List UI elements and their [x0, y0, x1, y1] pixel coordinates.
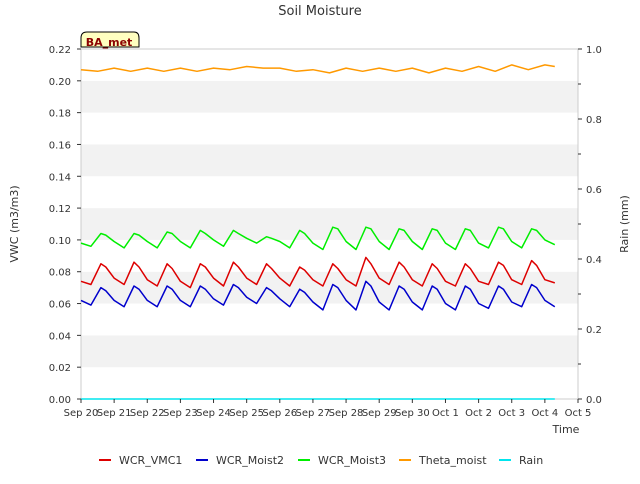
grid-band	[81, 49, 578, 81]
x-axis-label: Time	[552, 423, 580, 436]
legend-label: WCR_Moist3	[318, 454, 386, 467]
y2-axis-ticks: 0.0 0.2 0.4 0.6 0.8 1.0	[578, 45, 602, 406]
x-tick-label: Oct 5	[565, 408, 592, 419]
grid-bands	[81, 49, 578, 399]
y2-tick-label: 0.4	[586, 255, 602, 266]
x-tick-label: Sep 27	[296, 408, 331, 419]
x-tick-label: Sep 23	[163, 408, 198, 419]
x-tick-label: Oct 2	[465, 408, 492, 419]
x-tick-label: Sep 20	[64, 408, 99, 419]
y-tick-label: 0.00	[49, 395, 71, 406]
y-tick-label: 0.04	[49, 331, 71, 342]
station-badge: BA_met	[80, 31, 140, 49]
grid-band	[81, 80, 578, 113]
legend-label: Theta_moist	[418, 454, 487, 467]
y-tick-label: 0.22	[49, 45, 71, 56]
x-tick-label: Sep 29	[362, 408, 397, 419]
grid-band	[81, 144, 578, 177]
legend-label: Rain	[519, 454, 543, 467]
x-tick-label: Sep 25	[229, 408, 264, 419]
grid-band	[81, 303, 578, 336]
legend-label: WCR_VMC1	[119, 454, 182, 467]
y-tick-label: 0.10	[49, 236, 71, 247]
y-tick-label: 0.12	[49, 204, 71, 215]
x-tick-label: Sep 24	[196, 408, 231, 419]
y2-tick-label: 0.2	[586, 325, 602, 336]
y-axis-label: VWC (m3/m3)	[8, 185, 21, 262]
chart-title: Soil Moisture	[278, 4, 362, 19]
y-tick-label: 0.06	[49, 300, 71, 311]
y-tick-label: 0.02	[49, 363, 71, 374]
y-tick-label: 0.16	[49, 140, 71, 151]
y-tick-label: 0.18	[49, 109, 71, 120]
x-axis-ticks: Sep 20Sep 21Sep 22Sep 23Sep 24Sep 25Sep …	[64, 399, 592, 419]
y2-axis-label: Rain (mm)	[618, 195, 631, 253]
soil-moisture-chart: 0.00 0.02 0.04 0.06 0.08 0.10 0.12 0.14 0.16 0.18…	[8, 4, 631, 467]
grid-band	[81, 335, 578, 368]
legend: WCR_VMC1 WCR_Moist2 WCR_Moist3 Theta_moist R…	[99, 454, 543, 467]
y2-tick-label: 0.6	[586, 185, 602, 196]
x-tick-label: Oct 3	[498, 408, 525, 419]
y2-tick-label: 0.0	[586, 395, 602, 406]
y-tick-label: 0.14	[49, 172, 71, 183]
grid-band	[81, 367, 578, 399]
x-tick-label: Sep 26	[262, 408, 297, 419]
y2-tick-label: 1.0	[586, 45, 602, 56]
x-tick-label: Oct 1	[432, 408, 459, 419]
x-tick-label: Sep 22	[130, 408, 165, 419]
grid-band	[81, 112, 578, 145]
x-tick-label: Sep 21	[97, 408, 132, 419]
y2-tick-label: 0.8	[586, 115, 602, 126]
y-axis-ticks: 0.00 0.02 0.04 0.06 0.08 0.10 0.12 0.14 0.16 0.18…	[49, 45, 81, 406]
x-tick-label: Oct 4	[531, 408, 558, 419]
y-tick-label: 0.08	[49, 268, 71, 279]
legend-label: WCR_Moist2	[216, 454, 284, 467]
grid-band	[81, 176, 578, 209]
x-tick-label: Sep 28	[329, 408, 364, 419]
grid-band	[81, 271, 578, 304]
x-tick-label: Sep 30	[395, 408, 430, 419]
y-tick-label: 0.20	[49, 77, 71, 88]
station-badge-label: BA_met	[86, 36, 133, 49]
